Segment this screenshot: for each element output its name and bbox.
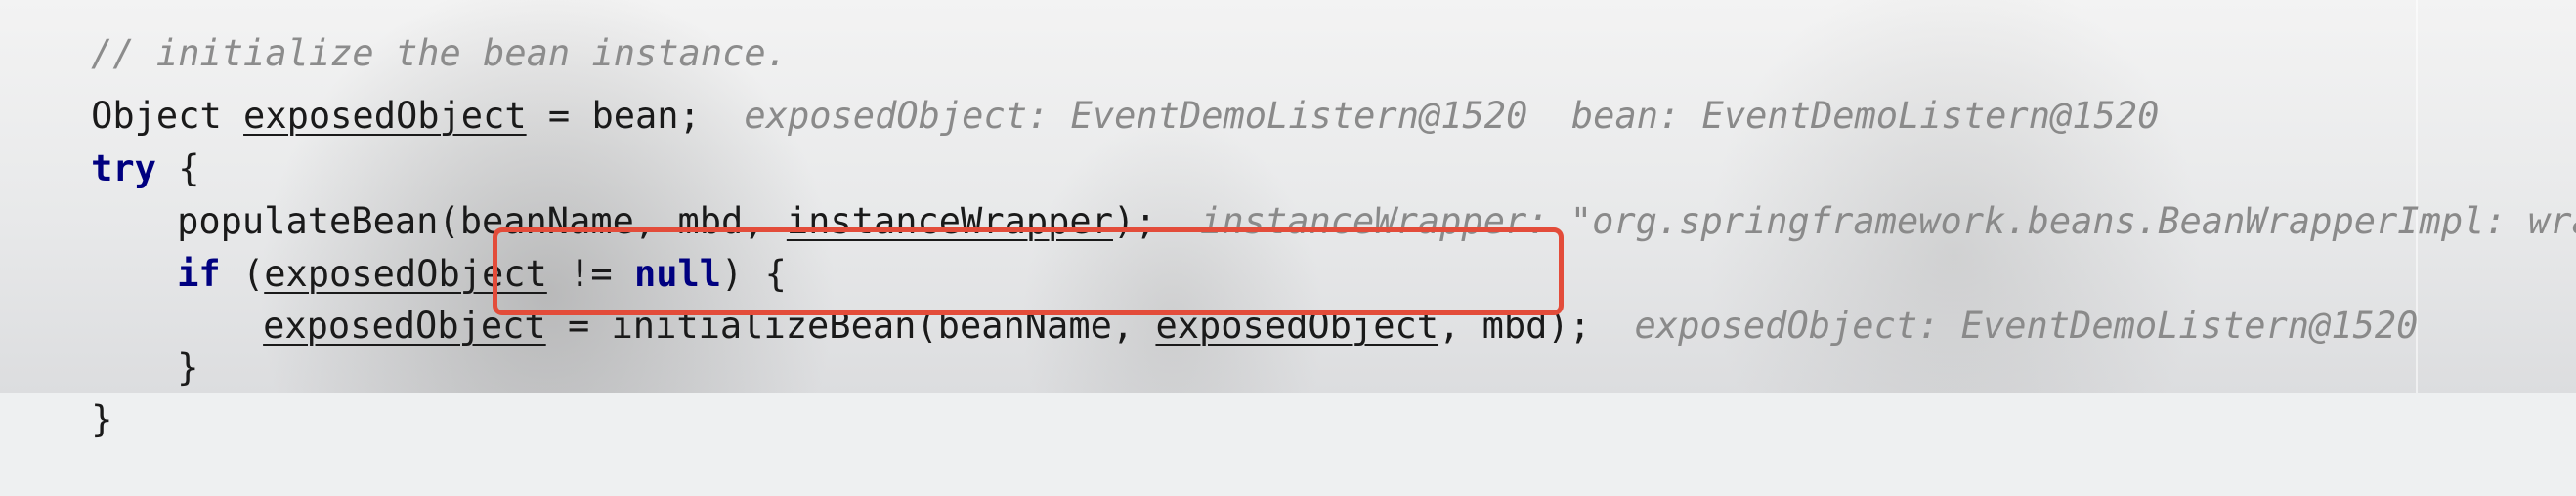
inline-debug-hint: exposedObject: EventDemoListern@1520 <box>1634 305 2419 347</box>
closing-brace: } <box>91 398 113 440</box>
code-line-comment: // initialize the bean instance. <box>4 0 788 74</box>
highlight-annotation-box <box>493 227 1564 315</box>
inline-debug-hint: exposedObject: EventDemoListern@1520 bea… <box>744 95 2160 137</box>
closing-brace: } <box>177 347 199 389</box>
assignment-token: = bean; <box>526 95 701 137</box>
variable-token: exposedObject <box>243 95 527 137</box>
code-line-3: populateBean(beanName, mbd, instanceWrap… <box>90 145 2576 242</box>
code-editor[interactable]: // initialize the bean instance. Object … <box>0 0 2576 440</box>
code-line-1: Object exposedObject = bean; exposedObje… <box>4 40 2159 137</box>
code-line-6: } <box>90 292 198 389</box>
code-line-7: } <box>4 344 112 440</box>
code-line-2: try { <box>4 93 199 189</box>
